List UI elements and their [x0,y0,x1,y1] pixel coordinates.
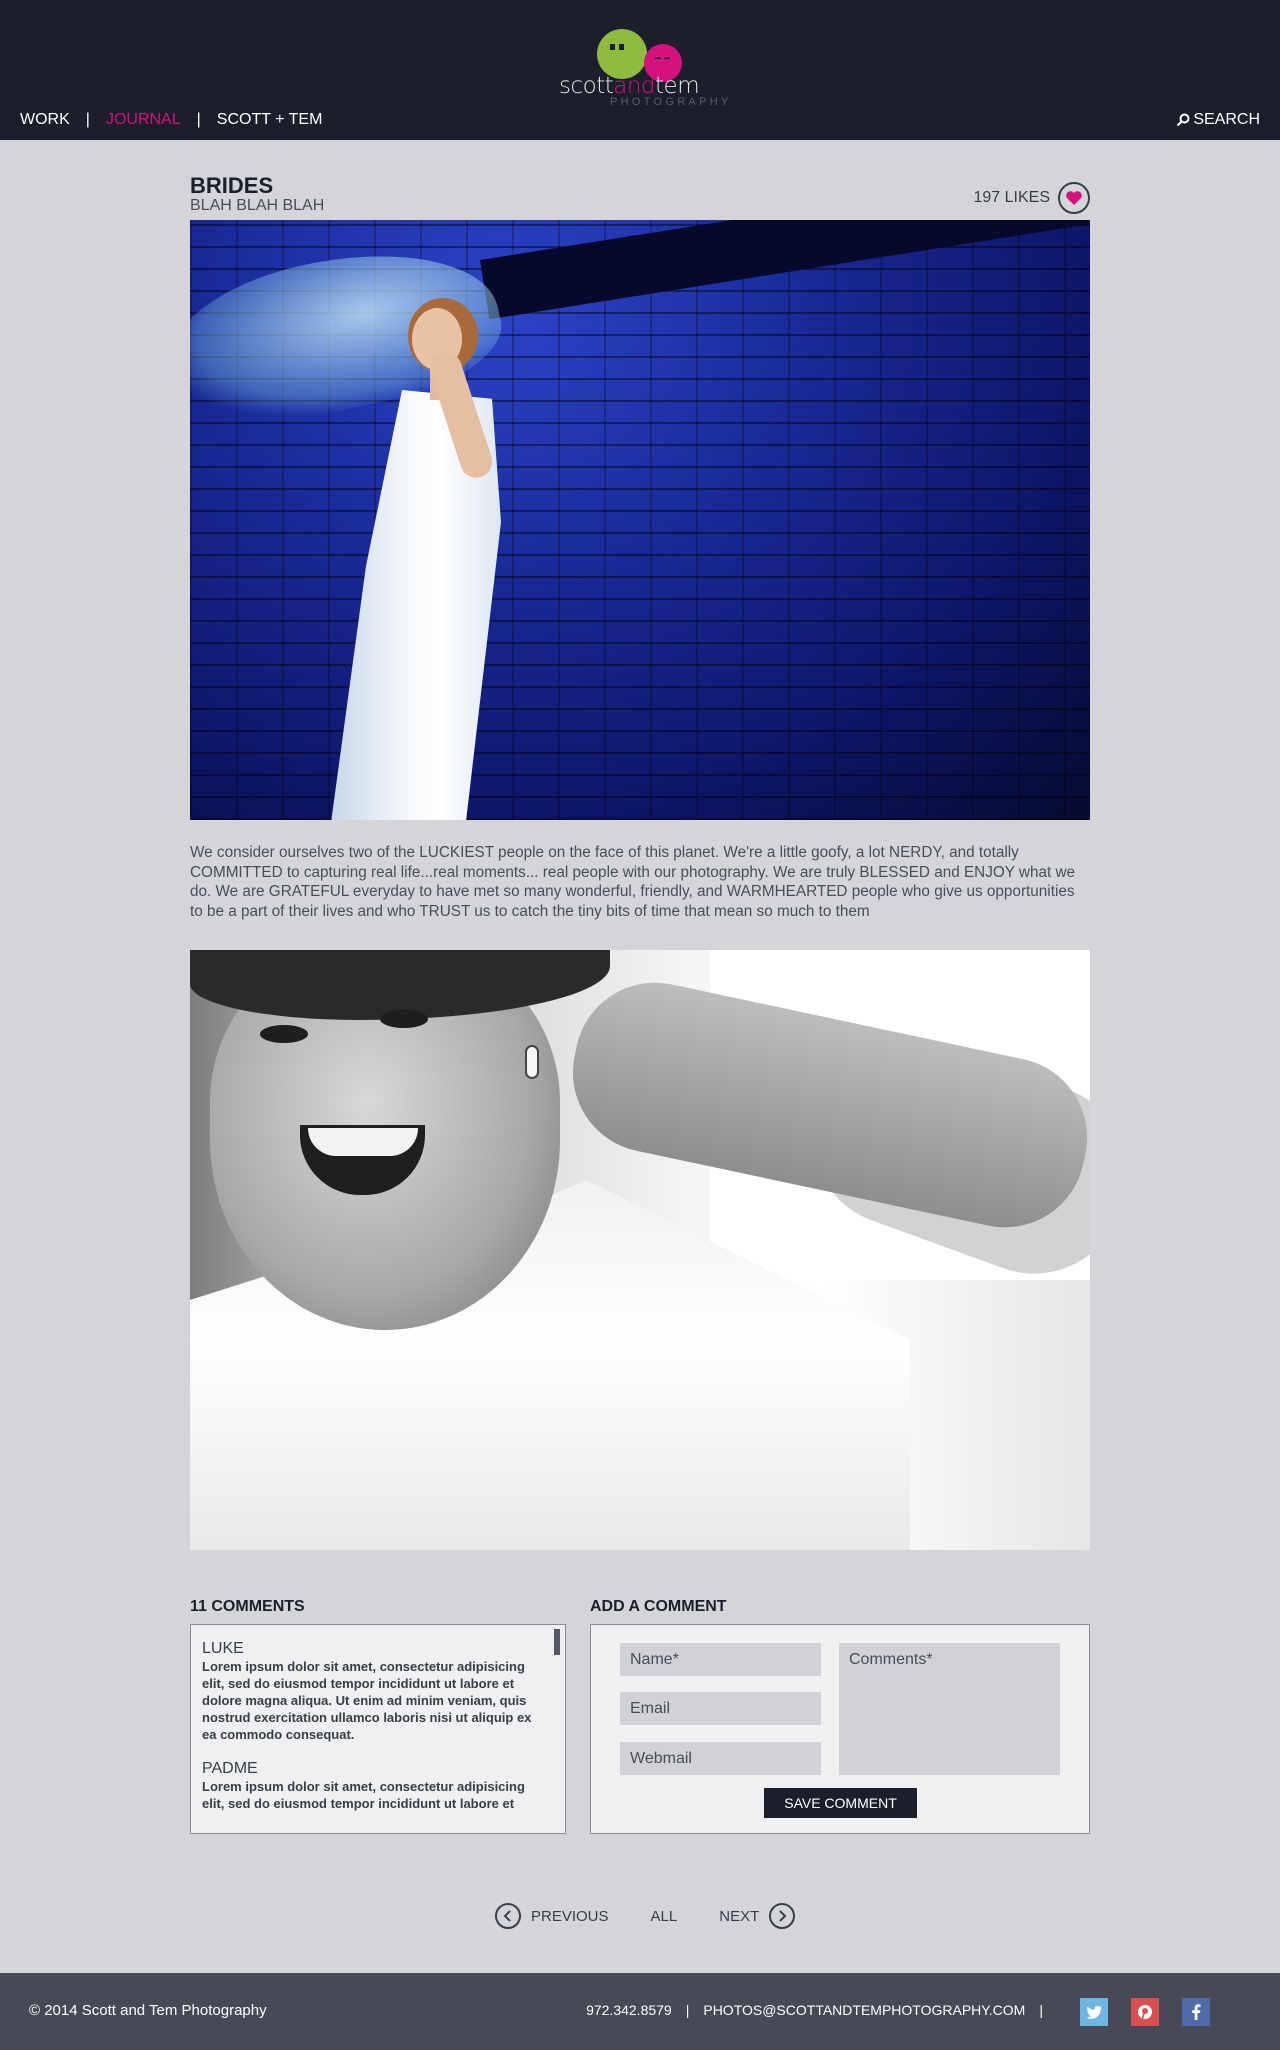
comment-form: Name* Email Webmail Comments* SAVE COMME… [590,1624,1090,1834]
webmail-field[interactable]: Webmail [620,1742,821,1775]
phone-number[interactable]: 972.342.8579 [586,2002,672,2018]
twitter-bird-icon [1086,2005,1102,2019]
chevron-right-icon [779,1910,787,1922]
site-footer: © 2014 Scott and Tem Photography 972.342… [0,1973,1280,2050]
search-label: SEARCH [1193,111,1260,128]
earring [525,1045,539,1079]
name-field[interactable]: Name* [620,1643,821,1676]
pinterest-p-icon [1138,2005,1152,2019]
post-pager: PREVIOUS ALL NEXT [495,1903,796,1929]
nav-separator: | [85,111,90,128]
save-comment-button[interactable]: SAVE COMMENT [764,1788,917,1818]
logo-green-circle [597,29,647,79]
bride-teeth [308,1128,418,1156]
logo-eye [619,44,624,50]
comment-item: LUKE Lorem ipsum dolor sit amet, consect… [202,1640,547,1743]
twitter-icon[interactable] [1080,1998,1108,2026]
copyright: © 2014 Scott and Tem Photography [29,2002,267,2019]
pinterest-icon[interactable] [1131,1998,1159,2026]
likes: 197 LIKES [973,182,1090,214]
site-header: scottandtem PHOTOGRAPHY WORK | JOURNAL |… [0,0,1280,140]
chevron-left-icon [503,1910,511,1922]
post-subtitle: BLAH BLAH BLAH [190,197,325,214]
facebook-icon[interactable] [1182,1998,1210,2026]
logo-eye [610,44,615,50]
nav-separator: | [196,111,201,128]
site-logo[interactable]: scottandtem PHOTOGRAPHY [555,26,728,112]
comment-text: Lorem ipsum dolor sit amet, consectetur … [202,1779,525,1811]
footer-separator: | [685,2002,690,2018]
comments-list[interactable]: LUKE Lorem ipsum dolor sit amet, consect… [190,1624,566,1834]
search-button[interactable]: SEARCH [1176,111,1260,129]
magnifier-icon [1177,113,1190,127]
comments-scrollbar[interactable] [554,1629,560,1655]
post-body: We consider ourselves two of the LUCKIES… [190,844,1076,920]
post-title: BRIDES [190,173,274,198]
next-button[interactable] [769,1903,796,1929]
nav-item-work[interactable]: WORK [20,111,70,129]
nav-item-scott-tem[interactable]: SCOTT + TEM [217,111,323,129]
bride-eye [380,1010,428,1028]
main-nav: WORK | JOURNAL | SCOTT + TEM [20,111,322,129]
post-photo-bride-blue-wall [190,220,1090,820]
email-link[interactable]: PHOTOS@SCOTTANDTEMPHOTOGRAPHY.COM [703,2002,1025,2018]
all-link[interactable]: ALL [651,1908,678,1925]
next-link[interactable]: NEXT [719,1908,759,1925]
email-field[interactable]: Email [620,1692,821,1725]
logo-tagline: PHOTOGRAPHY [610,96,732,108]
logo-eye [664,57,670,60]
nav-item-journal[interactable]: JOURNAL [106,111,181,129]
bride-eye [260,1025,308,1043]
comments-heading: 11 COMMENTS [190,1598,305,1615]
previous-button[interactable] [495,1903,521,1929]
facebook-f-icon [1192,2004,1201,2020]
comment-author: LUKE [202,1640,244,1657]
post-photo-bride-smiling [190,950,1090,1550]
comment-author: PADME [202,1760,258,1777]
comment-item: PADME Lorem ipsum dolor sit amet, consec… [202,1760,547,1812]
footer-separator: | [1039,2002,1043,2018]
likes-count: 197 LIKES [973,189,1051,206]
contact-info: 972.342.8579 | PHOTOS@SCOTTANDTEMPHOTOGR… [586,2002,1057,2018]
heart-icon [1066,191,1082,205]
comments-field[interactable]: Comments* [839,1643,1060,1775]
logo-eye [655,57,661,60]
like-button[interactable] [1058,182,1090,214]
comment-text: Lorem ipsum dolor sit amet, consectetur … [202,1659,532,1742]
previous-link[interactable]: PREVIOUS [531,1908,609,1925]
add-comment-heading: ADD A COMMENT [590,1598,727,1615]
